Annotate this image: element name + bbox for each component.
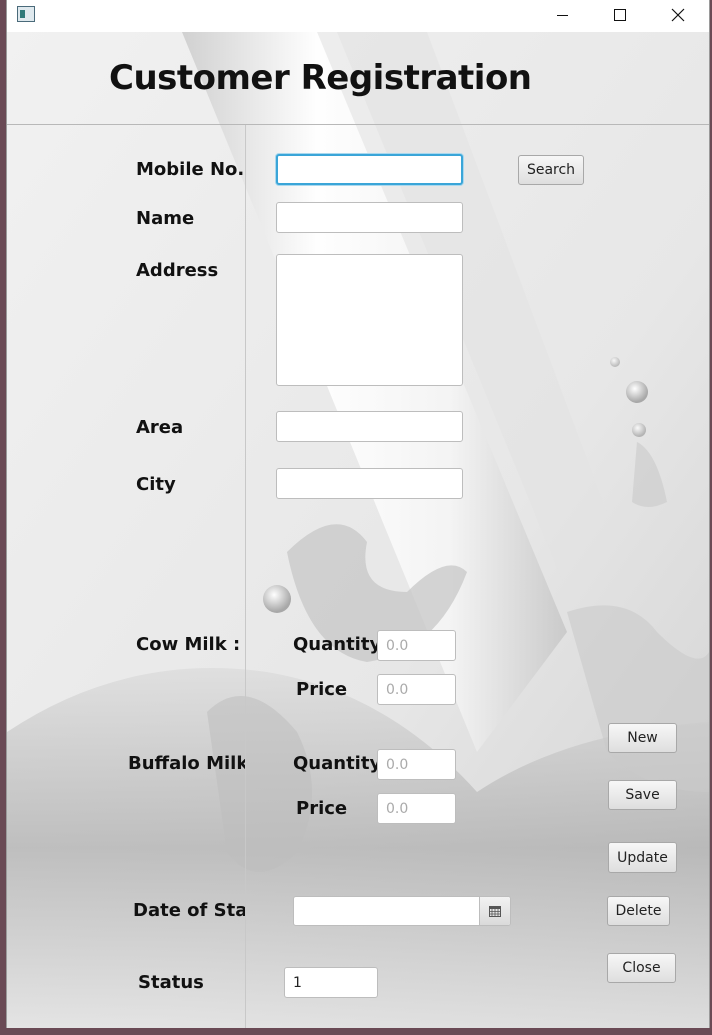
title-bar xyxy=(7,0,709,32)
delete-button[interactable]: Delete xyxy=(607,896,670,926)
app-window: Customer Registration Mobile No. Search … xyxy=(6,0,710,1028)
calendar-button[interactable] xyxy=(479,897,510,925)
area-input[interactable] xyxy=(276,411,463,442)
calendar-icon xyxy=(489,905,501,917)
buffalo-quantity-label: Quantity xyxy=(293,753,382,774)
close-icon xyxy=(671,8,685,22)
address-label: Address xyxy=(136,260,219,281)
buffalo-price-label: Price xyxy=(296,798,348,819)
form-area: Customer Registration Mobile No. Search … xyxy=(7,32,709,1028)
cow-quantity-input[interactable] xyxy=(377,630,456,661)
status-label: Status xyxy=(138,972,204,993)
buffalo-quantity-input[interactable] xyxy=(377,749,456,780)
cow-price-label: Price xyxy=(296,679,348,700)
mobile-label: Mobile No. xyxy=(136,159,245,180)
status-input[interactable] xyxy=(284,967,378,998)
city-label: City xyxy=(136,474,176,495)
cow-quantity-label: Quantity xyxy=(293,634,382,655)
cow-milk-label: Cow Milk : xyxy=(136,634,241,655)
buffalo-price-input[interactable] xyxy=(377,793,456,824)
column-separator xyxy=(245,125,246,1028)
name-input[interactable] xyxy=(276,202,463,233)
city-input[interactable] xyxy=(276,468,463,499)
date-of-start-input[interactable] xyxy=(294,897,480,925)
save-button[interactable]: Save xyxy=(608,780,677,810)
mobile-input[interactable] xyxy=(276,154,463,185)
area-label: Area xyxy=(136,417,184,438)
address-textarea[interactable] xyxy=(276,254,463,386)
window-close-button[interactable] xyxy=(655,0,701,30)
close-button[interactable]: Close xyxy=(607,953,676,983)
update-button[interactable]: Update xyxy=(608,842,677,873)
maximize-button[interactable] xyxy=(597,0,643,30)
page-title: Customer Registration xyxy=(109,58,532,98)
minimize-button[interactable] xyxy=(539,0,585,30)
buffalo-milk-label: Buffalo Milk : xyxy=(128,753,245,774)
app-window-icon xyxy=(17,6,35,22)
cow-price-input[interactable] xyxy=(377,674,456,705)
header-separator xyxy=(7,124,709,125)
date-of-start-picker[interactable] xyxy=(293,896,511,926)
date-of-start-label: Date of Start xyxy=(133,900,245,921)
search-button[interactable]: Search xyxy=(518,155,584,185)
name-label: Name xyxy=(136,208,195,229)
minimize-icon xyxy=(556,14,568,16)
new-button[interactable]: New xyxy=(608,723,677,753)
maximize-icon xyxy=(614,9,626,21)
